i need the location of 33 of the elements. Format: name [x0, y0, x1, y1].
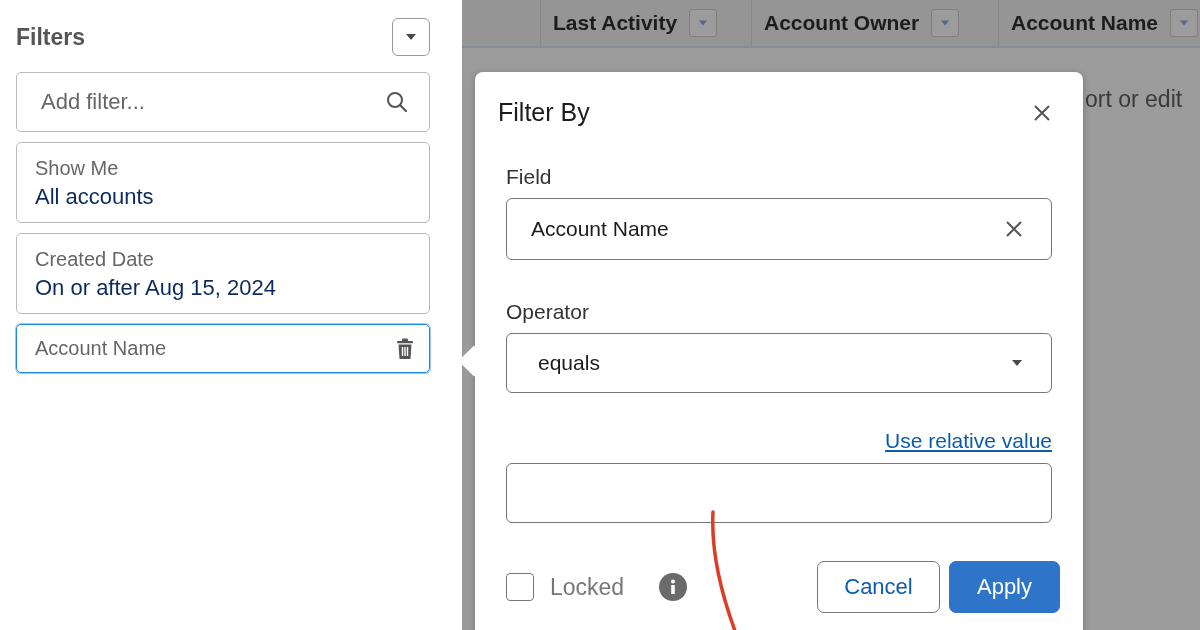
filter-label: Created Date — [35, 248, 155, 271]
field-value: Account Name — [531, 217, 669, 241]
locked-checkbox[interactable] — [506, 573, 534, 601]
field-label: Field — [506, 165, 553, 189]
relative-value-link[interactable]: Use relative value — [885, 429, 1052, 453]
filter-card[interactable]: Show Me All accounts — [16, 142, 430, 223]
close-icon — [1033, 103, 1051, 122]
filter-label: Account Name — [35, 337, 167, 360]
dropdown-button[interactable] — [392, 18, 430, 56]
apply-button[interactable]: Apply — [949, 561, 1060, 613]
column-header[interactable]: Account Owner — [764, 11, 920, 35]
value-input[interactable] — [506, 463, 1052, 523]
field-input[interactable]: Account Name — [506, 198, 1052, 260]
info-icon — [659, 573, 688, 601]
search-field[interactable]: Add filter... — [16, 72, 430, 132]
operator-select[interactable]: equals — [506, 333, 1052, 393]
select-value: equals — [538, 351, 600, 375]
filter-value: On or after Aug 15, 2024 — [35, 275, 276, 301]
search-icon — [386, 91, 408, 113]
cancel-button[interactable]: Cancel — [817, 561, 940, 613]
filter-value: All accounts — [35, 184, 154, 210]
filter-card[interactable]: Account Name — [16, 324, 430, 373]
panel-title: Filters — [16, 23, 86, 51]
column-header[interactable]: Last Activity — [553, 11, 678, 35]
popover-title: Filter By — [498, 98, 590, 127]
table-message: ort or edit — [1085, 86, 1184, 113]
filter-label: Show Me — [35, 157, 120, 180]
checkbox-label: Locked — [550, 573, 625, 601]
clear-icon — [1005, 220, 1023, 238]
column-header[interactable]: Account Name — [1011, 11, 1159, 35]
filter-card[interactable]: Created Date On or after Aug 15, 2024 — [16, 233, 430, 314]
field-label: Operator — [506, 300, 590, 324]
trash-icon[interactable] — [395, 337, 415, 360]
